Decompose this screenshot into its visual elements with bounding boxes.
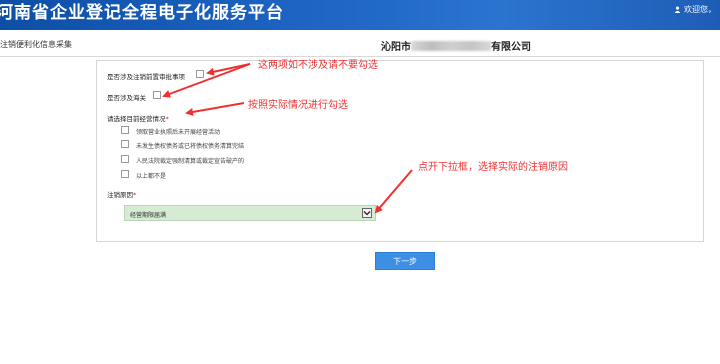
option-checkbox[interactable] — [121, 170, 129, 178]
app-title: 河南省企业登记全程电子化服务平台 — [0, 3, 284, 23]
company-name: 沁阳市 有限公司 — [381, 38, 531, 53]
q1-label: 是否涉及注销前置审批事项 — [107, 73, 185, 81]
option-label: 领取营业执照后未开展经营活动 — [136, 129, 221, 136]
q3-label: 请选择目前经营情况* — [107, 115, 169, 123]
user-greeting: 欢迎您， — [684, 5, 716, 14]
breadcrumb-row: 注销便利化信息采集 沁阳市 有限公司 — [0, 30, 720, 57]
reason-select[interactable]: 经营期限届满 — [124, 205, 376, 221]
company-prefix: 沁阳市 — [381, 42, 411, 53]
option-checkbox[interactable] — [121, 126, 129, 134]
option-label: 人民法院裁定强制清算或裁定宣告破产的 — [136, 158, 245, 165]
breadcrumb: 注销便利化信息采集 — [0, 40, 72, 49]
q1-checkbox[interactable] — [196, 70, 204, 78]
q2-checkbox[interactable] — [153, 91, 161, 99]
annotation-text: 点开下拉框，选择实际的注销原因 — [418, 162, 568, 173]
user-area[interactable]: 欢迎您， — [674, 4, 716, 15]
annotation-text: 这两项如不涉及请不要勾选 — [258, 60, 378, 71]
reason-label: 注销原因* — [107, 191, 137, 199]
option-checkbox[interactable] — [121, 140, 129, 148]
reason-value: 经营期限届满 — [130, 212, 167, 219]
user-icon — [675, 6, 681, 13]
annotation-text: 按照实际情况进行勾选 — [248, 100, 348, 111]
option-checkbox[interactable] — [121, 155, 129, 163]
next-button[interactable]: 下一步 — [375, 252, 435, 270]
q2-label: 是否涉及海关 — [107, 94, 146, 102]
redacted-text — [411, 41, 491, 51]
chevron-down-icon[interactable] — [362, 208, 372, 218]
option-label: 未发生债权债务或已将债权债务清算完结 — [136, 143, 245, 150]
option-label: 以上都不是 — [136, 173, 167, 180]
company-suffix: 有限公司 — [491, 42, 531, 53]
header-bar: 河南省企业登记全程电子化服务平台 欢迎您， — [0, 0, 720, 30]
